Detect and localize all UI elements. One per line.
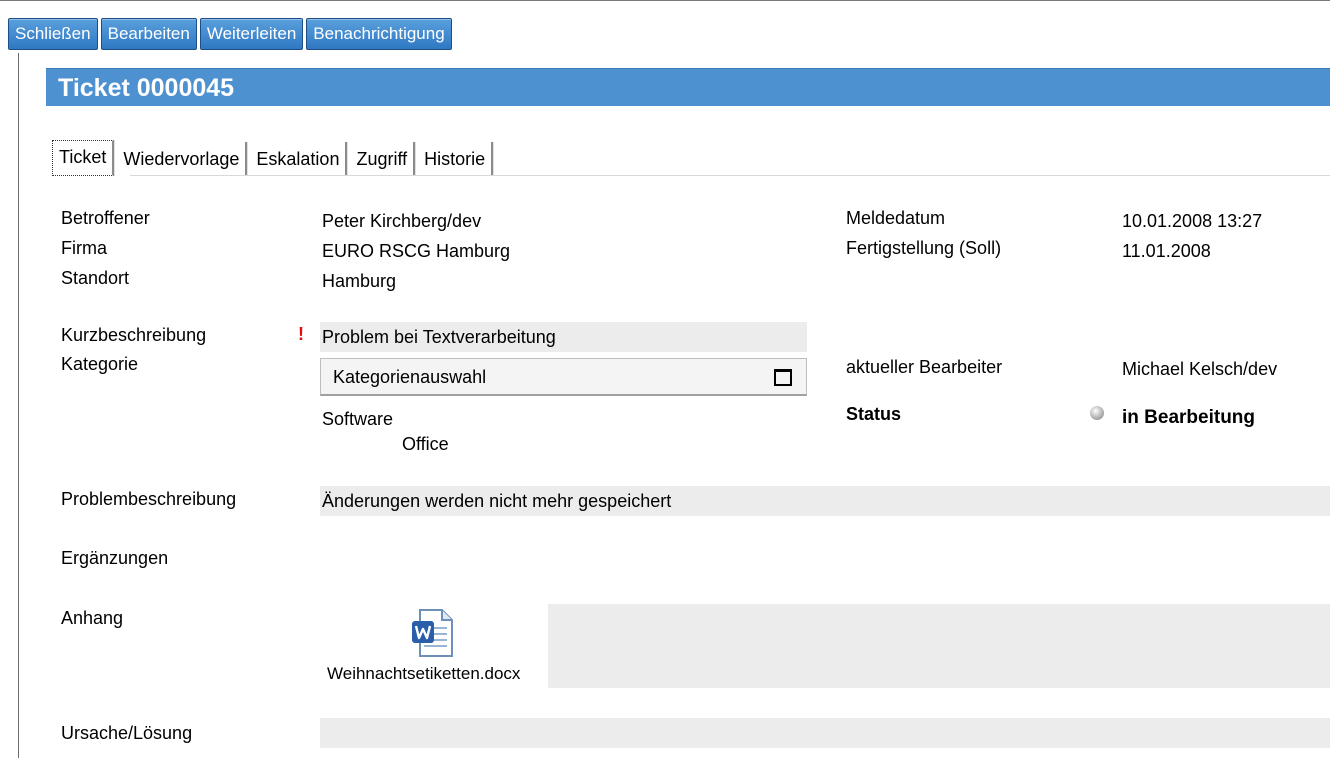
word-document-icon[interactable] [408,607,460,659]
short-description-label: Kurzbeschreibung [61,325,207,345]
tab-historie[interactable]: Historie [418,142,494,176]
close-button[interactable]: Schließen [8,18,98,50]
category-select-label: Kategorienauswahl [333,367,487,387]
report-date-label: Meldedatum [846,208,946,228]
cause-solution-field[interactable] [320,718,1330,748]
attachment-filename[interactable]: Weihnachtsetiketten.docx [327,664,520,684]
current-editor-value: Michael Kelsch/dev [1122,359,1278,379]
notify-button[interactable]: Benachrichtigung [306,18,452,50]
affected-label: Betroffener [61,208,150,228]
category-label: Kategorie [61,354,139,374]
left-border [18,53,19,758]
forward-button[interactable]: Weiterleiten [199,18,304,50]
short-description-field[interactable]: Problem bei Textverarbeitung [320,322,807,352]
status-indicator-icon [1090,406,1104,420]
report-date-value: 10.01.2008 13:27 [1122,211,1263,231]
location-label: Standort [61,268,130,288]
location-value: Hamburg [322,271,397,291]
maximize-icon [774,369,792,386]
attachment-label: Anhang [61,608,124,628]
toolbar: Schließen Bearbeiten Weiterleiten Benach… [8,18,452,50]
tab-bar: Ticket Wiedervorlage Eskalation Zugriff … [52,140,496,176]
status-label: Status [846,404,902,424]
tab-wiedervorlage[interactable]: Wiedervorlage [117,142,248,176]
problem-description-label: Problembeschreibung [61,489,237,509]
problem-description-field[interactable]: Änderungen werden nicht mehr gespeichert [320,486,1330,516]
tab-eskalation[interactable]: Eskalation [250,142,348,176]
cause-solution-label: Ursache/Lösung [61,723,193,743]
category-level1: Software [322,409,394,429]
company-label: Firma [61,238,107,258]
edit-button[interactable]: Bearbeiten [100,18,197,50]
status-value: in Bearbeitung [1122,407,1256,428]
company-value: EURO RSCG Hamburg [322,241,511,261]
attachment-area[interactable] [548,604,1330,688]
tab-zugriff[interactable]: Zugriff [350,142,416,176]
due-date-label: Fertigstellung (Soll) [846,238,1002,258]
due-date-value: 11.01.2008 [1122,241,1211,261]
required-marker: ! [298,324,304,344]
top-border [0,0,1330,1]
category-level2: Office [402,434,449,454]
tab-underline [130,175,1330,176]
additions-label: Ergänzungen [61,548,169,568]
page-title: Ticket 0000045 [46,68,1330,106]
affected-value: Peter Kirchberg/dev [322,211,482,231]
category-select[interactable]: Kategorienauswahl [320,358,807,396]
current-editor-label: aktueller Bearbeiter [846,357,1003,377]
tab-ticket[interactable]: Ticket [52,140,115,176]
